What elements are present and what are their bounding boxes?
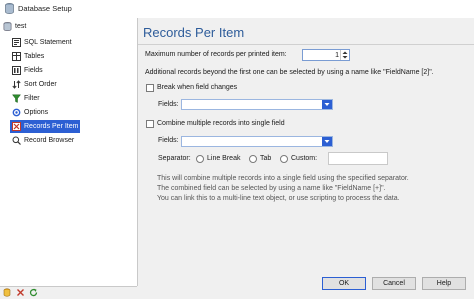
sort-icon	[12, 80, 21, 89]
custom-separator-input[interactable]	[328, 152, 388, 165]
radio-line-break-label: Line Break	[207, 155, 241, 162]
sidebar-item-record-browser[interactable]: Record Browser	[10, 134, 76, 147]
sidebar: test SQL Statement Tables Fields Sort Or…	[0, 18, 138, 286]
records-icon	[12, 122, 21, 131]
help-button[interactable]: Help	[422, 277, 466, 290]
sidebar-item-records-per-item[interactable]: Records Per Item	[10, 120, 81, 133]
break-fields-combo[interactable]	[181, 99, 333, 110]
sidebar-item-fields[interactable]: Fields	[10, 64, 45, 77]
sidebar-item-label: Options	[24, 109, 49, 116]
fields-label: Fields:	[158, 137, 179, 144]
fields-icon	[12, 66, 21, 75]
sidebar-item-label: Sort Order	[24, 81, 57, 88]
page-title: Records Per Item	[143, 25, 245, 40]
radio-line-break[interactable]	[196, 155, 204, 163]
spinner-arrows[interactable]	[340, 50, 349, 60]
additional-info: Additional records beyond the first one …	[145, 69, 434, 76]
table-icon	[12, 52, 21, 61]
separator-label: Separator:	[158, 155, 191, 162]
main-panel: Records Per Item Maximum number of recor…	[138, 18, 474, 297]
chevron-down-icon[interactable]	[322, 100, 332, 109]
combine-checkbox[interactable]	[146, 120, 154, 128]
sidebar-item-tables[interactable]: Tables	[10, 50, 46, 63]
max-records-label: Maximum number of records per printed it…	[145, 51, 287, 58]
browser-icon	[12, 136, 21, 145]
note-line-2: The combined field can be selected by us…	[157, 185, 386, 192]
sidebar-item-sql-statement[interactable]: SQL Statement	[10, 36, 74, 49]
sidebar-item-label: Filter	[24, 95, 40, 102]
title-bar: Database Setup	[0, 0, 474, 18]
divider	[138, 44, 474, 45]
tree-root-label: test	[15, 23, 27, 30]
sidebar-item-label: SQL Statement	[24, 39, 72, 46]
refresh-icon[interactable]	[29, 288, 38, 297]
add-database-icon[interactable]	[3, 288, 12, 297]
sidebar-item-label: Fields	[24, 67, 43, 74]
break-checkbox[interactable]	[146, 84, 154, 92]
sidebar-item-label: Record Browser	[24, 137, 75, 144]
delete-icon[interactable]	[16, 288, 25, 297]
radio-custom-label: Custom:	[291, 155, 318, 162]
sidebar-item-options[interactable]: Options	[10, 106, 50, 119]
sidebar-item-label: Tables	[24, 53, 45, 60]
combine-label: Combine multiple records into single fie…	[157, 120, 285, 127]
cancel-button[interactable]: Cancel	[372, 277, 416, 290]
sql-icon	[12, 38, 21, 47]
radio-custom[interactable]	[280, 155, 288, 163]
chevron-down-icon[interactable]	[322, 137, 332, 146]
sidebar-item-filter[interactable]: Filter	[10, 92, 42, 105]
note-line-3: You can link this to a multi-line text o…	[157, 195, 400, 202]
sidebar-item-label: Records Per Item	[24, 123, 79, 130]
break-label: Break when field changes	[157, 84, 238, 91]
sidebar-toolbar	[0, 286, 137, 298]
database-icon	[5, 3, 14, 14]
radio-tab-label: Tab	[260, 155, 272, 162]
window-title: Database Setup	[18, 4, 72, 13]
options-icon	[12, 108, 21, 117]
combine-fields-combo[interactable]	[181, 136, 333, 147]
max-records-spinner[interactable]: 1	[302, 49, 350, 61]
database-icon	[3, 22, 12, 31]
radio-tab[interactable]	[249, 155, 257, 163]
ok-button[interactable]: OK	[322, 277, 366, 290]
tree-root[interactable]: test	[3, 21, 26, 32]
max-records-value: 1	[335, 52, 339, 59]
sidebar-item-sort-order[interactable]: Sort Order	[10, 78, 59, 91]
fields-label: Fields:	[158, 101, 179, 108]
note-line-1: This will combine multiple records into …	[157, 175, 409, 182]
filter-icon	[12, 94, 21, 103]
